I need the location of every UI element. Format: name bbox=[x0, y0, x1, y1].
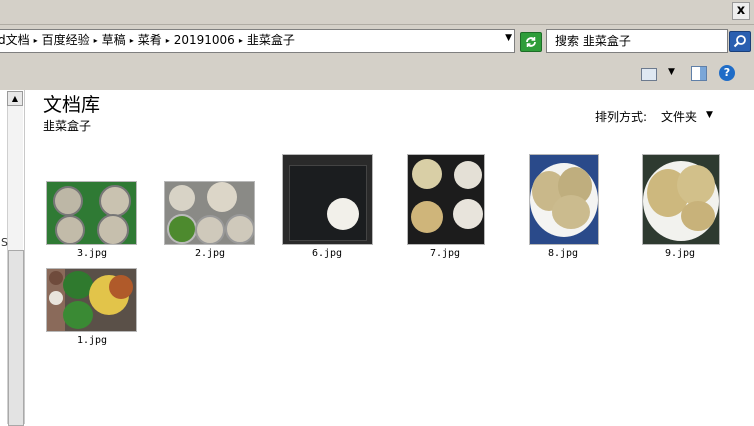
file-name: 7.jpg bbox=[429, 248, 461, 259]
help-icon[interactable]: ? bbox=[719, 65, 735, 81]
sort-label: 排列方式: bbox=[595, 110, 648, 124]
address-bar[interactable]: d文档 ▸ 百度经验 ▸ 草稿 ▸ 菜肴 ▸ 20191006 ▸ 韭菜盒子 ▼ bbox=[0, 29, 515, 53]
sort-dropdown[interactable]: 文件夹 bbox=[661, 108, 697, 125]
thumbnail-image bbox=[407, 154, 485, 245]
chevron-right-icon[interactable]: ▸ bbox=[166, 36, 170, 45]
breadcrumb-item[interactable]: 菜肴 bbox=[138, 33, 162, 47]
view-options-dropdown-icon[interactable]: ▼ bbox=[668, 67, 675, 77]
library-subtitle: 韭菜盒子 bbox=[43, 119, 92, 133]
file-name: 6.jpg bbox=[311, 248, 343, 259]
address-dropdown-icon[interactable]: ▼ bbox=[505, 33, 512, 43]
search-icon bbox=[733, 35, 746, 48]
thumbnail-image bbox=[46, 268, 137, 332]
close-button[interactable]: x bbox=[732, 2, 750, 20]
thumbnail-image bbox=[642, 154, 720, 245]
file-name: 1.jpg bbox=[76, 335, 108, 346]
file-name: 3.jpg bbox=[76, 248, 108, 259]
preview-pane-icon[interactable] bbox=[691, 66, 707, 81]
breadcrumb-item[interactable]: 草稿 bbox=[102, 33, 126, 47]
search-placeholder: 搜索 韭菜盒子 bbox=[555, 34, 631, 48]
thumbnail-image bbox=[282, 154, 373, 245]
file-name: 9.jpg bbox=[664, 248, 696, 259]
chevron-right-icon[interactable]: ▸ bbox=[34, 36, 38, 45]
nav-pane-letter: S bbox=[1, 236, 8, 249]
chevron-right-icon[interactable]: ▸ bbox=[130, 36, 134, 45]
library-title: 文档库 bbox=[43, 94, 101, 116]
scroll-up-button[interactable]: ▲ bbox=[7, 91, 23, 106]
title-bar: x bbox=[0, 0, 754, 24]
address-row: d文档 ▸ 百度经验 ▸ 草稿 ▸ 菜肴 ▸ 20191006 ▸ 韭菜盒子 ▼ 搜索 韭菜盒子 bbox=[0, 24, 754, 57]
file-name: 2.jpg bbox=[194, 248, 226, 259]
search-input[interactable]: 搜索 韭菜盒子 bbox=[546, 29, 728, 53]
breadcrumb: d文档 ▸ 百度经验 ▸ 草稿 ▸ 菜肴 ▸ 20191006 ▸ 韭菜盒子 bbox=[0, 32, 295, 50]
refresh-icon bbox=[526, 37, 536, 47]
change-view-icon[interactable] bbox=[641, 68, 657, 81]
refresh-button[interactable] bbox=[520, 32, 542, 52]
breadcrumb-item-current[interactable]: 韭菜盒子 bbox=[247, 33, 295, 47]
chevron-right-icon[interactable]: ▸ bbox=[94, 36, 98, 45]
thumbnail-image bbox=[46, 181, 137, 245]
search-button[interactable] bbox=[729, 31, 751, 52]
thumbnail-image bbox=[164, 181, 255, 245]
toolbar: ▼ ? bbox=[0, 57, 754, 90]
scrollbar-thumb[interactable] bbox=[8, 250, 24, 426]
breadcrumb-item[interactable]: d文档 bbox=[0, 33, 30, 47]
chevron-right-icon[interactable]: ▸ bbox=[239, 36, 243, 45]
sort-dropdown-icon[interactable]: ▼ bbox=[706, 110, 713, 120]
thumbnail-image bbox=[529, 154, 599, 245]
navigation-pane: ▲ S bbox=[0, 90, 25, 426]
breadcrumb-item[interactable]: 20191006 bbox=[174, 33, 235, 47]
breadcrumb-item[interactable]: 百度经验 bbox=[42, 33, 90, 47]
file-name: 8.jpg bbox=[547, 248, 579, 259]
